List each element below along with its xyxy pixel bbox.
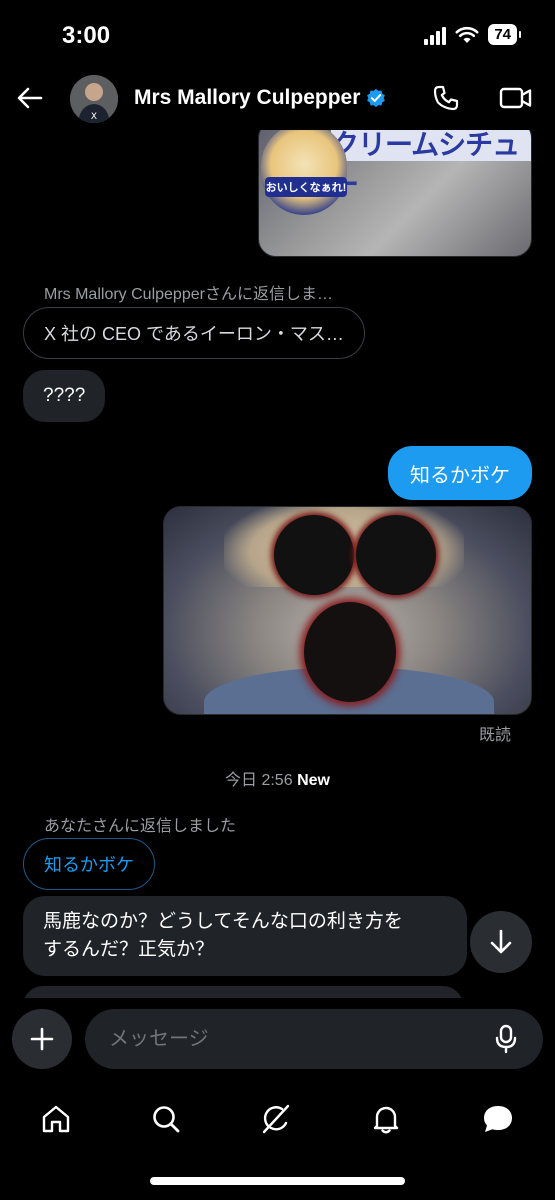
avatar[interactable]: X <box>70 75 118 123</box>
incoming-message-bubble-2[interactable]: 馬鹿なのか？どうしてそんな口の利き方を するんだ？正気か？ <box>23 896 467 976</box>
wifi-icon <box>455 26 479 43</box>
message-list[interactable]: クリームシチュー おいしくなぁれ! Mrs Mallory Culpepperさ… <box>0 130 555 998</box>
bottom-tab-bar <box>0 1085 555 1200</box>
arrow-down-icon <box>490 929 512 954</box>
message-input[interactable] <box>85 1009 543 1069</box>
new-badge: New <box>297 772 330 789</box>
tab-notifications[interactable] <box>366 1099 406 1139</box>
search-icon <box>153 1106 180 1133</box>
message-line-1: 馬鹿なのか？どうしてそんな口の利き方を <box>43 911 403 932</box>
date-separator: 今日 2:56 New <box>0 766 555 790</box>
back-button[interactable] <box>14 82 46 114</box>
image-mouth <box>304 602 396 702</box>
voice-call-button[interactable] <box>430 82 462 114</box>
reply-context-label: Mrs Mallory Culpepperさんに返信しま… <box>44 286 333 303</box>
contact-name-label: Mrs Mallory Culpepper <box>134 86 361 109</box>
voice-message-button[interactable] <box>490 1023 522 1055</box>
chat-bubble-icon <box>484 1106 512 1132</box>
outgoing-message-bubble[interactable]: 知るかボケ <box>388 446 532 500</box>
scroll-to-bottom-button[interactable] <box>470 911 532 973</box>
conversation-header: X Mrs Mallory Culpepper <box>0 70 555 130</box>
reply-context-label-2: あなたさんに返信しました <box>44 818 237 835</box>
image-eye-left <box>274 515 354 595</box>
contact-name[interactable]: Mrs Mallory Culpepper <box>134 86 386 110</box>
status-icons: 74 <box>424 24 521 45</box>
signal-icon <box>424 25 447 45</box>
image-banner: クリームシチュー <box>331 130 531 200</box>
status-time: 3:00 <box>62 22 111 49</box>
image-eye-right <box>356 515 436 595</box>
tab-home[interactable] <box>36 1099 76 1139</box>
add-attachment-button[interactable] <box>12 1009 72 1069</box>
next-message-peek <box>23 986 463 998</box>
quoted-message-2[interactable]: 知るかボケ <box>23 838 155 890</box>
tab-grok[interactable] <box>256 1099 296 1139</box>
home-indicator <box>150 1177 405 1185</box>
status-bar: 3:00 74 <box>0 0 555 70</box>
shared-image-2[interactable] <box>163 506 532 715</box>
plus-icon <box>30 1027 54 1051</box>
grok-icon <box>262 1104 290 1134</box>
image-banner-text: クリームシチュー <box>331 130 520 200</box>
tab-messages[interactable] <box>478 1099 518 1139</box>
message-composer <box>0 1005 555 1075</box>
arrow-left-icon <box>17 87 43 109</box>
microphone-icon <box>495 1024 517 1054</box>
image-badge-text: おいしくなぁれ! <box>265 177 347 197</box>
video-call-button[interactable] <box>496 82 536 114</box>
read-receipt: 既読 <box>478 727 511 744</box>
image-badge <box>261 130 347 215</box>
quoted-message[interactable]: X 社の CEO であるイーロン・マス… <box>23 307 365 359</box>
message-line-2: するんだ？正気か？ <box>43 939 215 960</box>
battery-indicator: 74 <box>488 24 521 45</box>
shared-image-1[interactable]: クリームシチュー おいしくなぁれ! <box>258 130 532 257</box>
date-label: 今日 2:56 <box>225 772 293 789</box>
svg-text:X: X <box>91 112 97 122</box>
incoming-message-bubble[interactable]: ???? <box>23 370 106 422</box>
home-icon <box>42 1105 70 1133</box>
bell-icon <box>373 1106 399 1134</box>
video-camera-icon <box>499 87 532 109</box>
tab-search[interactable] <box>146 1099 186 1139</box>
phone-icon <box>433 85 459 111</box>
verified-badge-icon <box>367 88 386 108</box>
